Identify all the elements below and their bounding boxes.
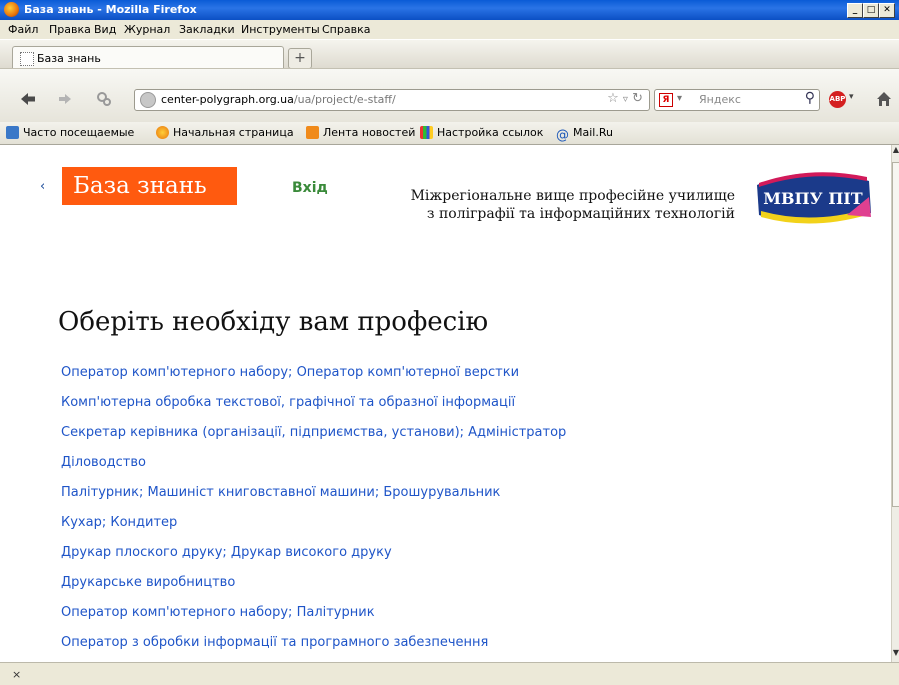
url-path: /ua/project/e-staff/ — [293, 93, 396, 106]
at-sign-icon: @ — [556, 128, 569, 143]
minimize-button[interactable]: _ — [847, 3, 863, 18]
bookmark-label: Настройка ссылок — [437, 126, 544, 139]
close-addon-bar-icon[interactable]: × — [12, 668, 21, 681]
profession-link[interactable]: Оператор комп'ютерного набору; Оператор … — [61, 365, 519, 380]
profession-list: Оператор комп'ютерного набору; Оператор … — [61, 365, 566, 662]
list-item: Діловодство — [61, 455, 566, 485]
search-bar[interactable]: Я ▾ Яндекс ⚲ — [654, 89, 820, 111]
menu-bookmarks[interactable]: Закладки — [179, 23, 235, 36]
bookmark-label: Часто посещаемые — [23, 126, 135, 139]
status-bar: × — [0, 662, 899, 685]
menu-view[interactable]: Вид — [94, 23, 116, 36]
list-item: Оператор з обробки інформації та програм… — [61, 635, 566, 662]
bookmark-news-feed[interactable]: Лента новостей — [306, 126, 415, 139]
profession-link[interactable]: Діловодство — [61, 455, 146, 470]
star-bookmark-icon[interactable]: ☆ — [607, 91, 619, 106]
list-item: Комп'ютерна обробка текстової, графічної… — [61, 395, 566, 425]
back-link[interactable]: ‹ — [40, 179, 45, 194]
bookmark-label: Mail.Ru — [573, 126, 613, 139]
profession-link[interactable]: Оператор з обробки інформації та програм… — [61, 635, 488, 650]
close-window-button[interactable]: ✕ — [879, 3, 895, 18]
dropdown-arrow-icon[interactable]: ▿ — [623, 94, 628, 105]
menu-bar: Файл Правка Вид Журнал Закладки Инструме… — [0, 20, 899, 40]
search-icon[interactable]: ⚲ — [805, 90, 815, 106]
list-item: Секретар керівника (організації, підприє… — [61, 425, 566, 455]
bookmark-most-visited[interactable]: Часто посещаемые — [6, 126, 134, 139]
bookmark-start-page[interactable]: Начальная страница — [156, 126, 294, 139]
firefox-icon — [4, 2, 19, 17]
scrollbar-thumb[interactable] — [892, 162, 899, 507]
login-link[interactable]: Вхід — [292, 180, 328, 196]
menu-tools[interactable]: Инструменты — [241, 23, 320, 36]
vertical-scrollbar[interactable]: ▲ ▼ — [891, 145, 899, 662]
windows-icon — [420, 126, 433, 139]
bookmark-link-settings[interactable]: Настройка ссылок — [420, 126, 543, 139]
adblock-icon[interactable]: ABP — [829, 91, 846, 108]
new-tab-button[interactable]: + — [288, 48, 312, 69]
url-host: center-polygraph.org.ua — [161, 93, 294, 106]
profession-link[interactable]: Комп'ютерна обробка текстової, графічної… — [61, 395, 515, 410]
page-favicon-icon — [20, 52, 34, 66]
profession-link[interactable]: Секретар керівника (організації, підприє… — [61, 425, 566, 440]
engine-dropdown-icon[interactable]: ▾ — [677, 93, 682, 104]
yandex-icon[interactable]: Я — [659, 93, 673, 107]
tab-label: База знань — [37, 52, 101, 65]
school-name-line1: Міжрегіональне вище професійне училище — [410, 188, 735, 204]
list-item: Друкарське виробництво — [61, 575, 566, 605]
scroll-down-icon[interactable]: ▼ — [892, 648, 899, 662]
search-placeholder: Яндекс — [699, 93, 741, 106]
site-logo[interactable]: База знань — [62, 167, 237, 205]
tools-icon[interactable] — [96, 91, 112, 107]
list-item: Оператор комп'ютерного набору; Палітурни… — [61, 605, 566, 635]
bookmark-label: Лента новостей — [323, 126, 416, 139]
window-title: База знань - Mozilla Firefox — [24, 3, 197, 16]
page-viewport: ‹ База знань Вхід Міжрегіональне вище пр… — [9, 145, 891, 662]
menu-edit[interactable]: Правка — [49, 23, 91, 36]
menu-help[interactable]: Справка — [322, 23, 370, 36]
school-name: Міжрегіональне вище професійне училище з… — [385, 187, 735, 223]
window-title-bar: База знань - Mozilla Firefox _ □ ✕ — [0, 0, 899, 20]
list-item: Палітурник; Машиніст книговставної машин… — [61, 485, 566, 515]
menu-file[interactable]: Файл — [8, 23, 38, 36]
adblock-dropdown-icon[interactable]: ▾ — [849, 92, 854, 102]
profession-link[interactable]: Кухар; Кондитер — [61, 515, 177, 530]
tab-kb[interactable]: База знань — [12, 46, 284, 69]
school-emblem[interactable]: МВПУ ПІТ — [751, 167, 875, 229]
profession-link[interactable]: Друкарське виробництво — [61, 575, 235, 590]
tab-bar: База знань + — [0, 40, 899, 69]
back-arrow-icon[interactable] — [20, 92, 36, 106]
list-item: Кухар; Кондитер — [61, 515, 566, 545]
profession-link[interactable]: Палітурник; Машиніст книговставної машин… — [61, 485, 500, 500]
firefox-icon — [156, 126, 169, 139]
list-item: Оператор комп'ютерного набору; Оператор … — [61, 365, 566, 395]
url-actions: ☆ ▿ ↻ — [607, 91, 643, 106]
url-text[interactable]: center-polygraph.org.ua/ua/project/e-sta… — [161, 93, 396, 106]
profession-link[interactable]: Друкар плоского друку; Друкар високого д… — [61, 545, 392, 560]
bookmarks-bar: Часто посещаемые Начальная страница Лент… — [0, 122, 899, 145]
url-bar[interactable]: center-polygraph.org.ua/ua/project/e-sta… — [134, 89, 650, 111]
globe-icon — [140, 92, 156, 108]
menu-history[interactable]: Журнал — [124, 23, 170, 36]
most-visited-icon — [6, 126, 19, 139]
emblem-text: МВПУ ПІТ — [763, 189, 862, 208]
bookmark-mailru[interactable]: @ Mail.Ru — [556, 126, 613, 142]
rss-icon — [306, 126, 319, 139]
maximize-button[interactable]: □ — [863, 3, 879, 18]
reload-icon[interactable]: ↻ — [632, 91, 643, 106]
page-heading: Оберіть необхіду вам професію — [58, 307, 489, 337]
bookmark-label: Начальная страница — [173, 126, 294, 139]
scroll-up-icon[interactable]: ▲ — [892, 145, 899, 159]
forward-arrow-icon[interactable] — [58, 93, 72, 105]
school-name-line2: з поліграфії та інформаційних технологій — [426, 206, 735, 222]
home-icon[interactable] — [876, 91, 892, 107]
viewport-left-edge — [0, 145, 9, 662]
profession-link[interactable]: Оператор комп'ютерного набору; Палітурни… — [61, 605, 375, 620]
list-item: Друкар плоского друку; Друкар високого д… — [61, 545, 566, 575]
